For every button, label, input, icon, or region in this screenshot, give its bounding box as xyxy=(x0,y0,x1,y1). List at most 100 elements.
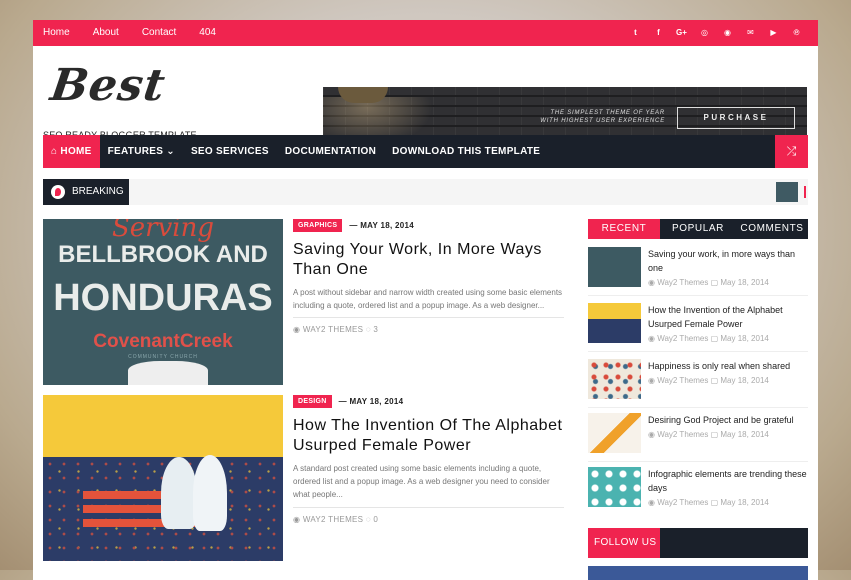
facebook-follow-box[interactable] xyxy=(588,566,808,580)
breaking-thumbnail[interactable] xyxy=(776,182,798,202)
thumb-script-text: Serving xyxy=(111,219,215,243)
user-icon: ◉ xyxy=(648,334,658,343)
banner-text: THE SIMPLEST THEME OF YEAR WITH HIGHEST … xyxy=(540,110,665,124)
list-divider xyxy=(588,461,808,462)
post-comment-count[interactable]: 3 xyxy=(373,325,378,334)
breaking-marker xyxy=(804,186,806,198)
sidebar-tabs-widget: RECENT POPULAR COMMENTS Saving your work… xyxy=(588,219,808,507)
breaking-news-bar: BREAKING xyxy=(43,179,808,205)
list-item-date: May 18, 2014 xyxy=(720,376,769,385)
list-item-author: Way2 Themes xyxy=(657,430,709,439)
user-icon: ◉ xyxy=(293,515,303,524)
list-item-author: Way2 Themes xyxy=(657,498,709,507)
shuffle-icon[interactable]: ⤮ xyxy=(775,135,808,168)
post-title[interactable]: Saving Your Work, In More Ways Than One xyxy=(293,240,563,280)
list-item-author: Way2 Themes xyxy=(657,334,709,343)
list-item-date: May 18, 2014 xyxy=(720,334,769,343)
top-link-home[interactable]: Home xyxy=(43,20,70,46)
post-byline: ◉ WAY2 THEMES ◌ 3 xyxy=(293,325,378,334)
follow-us-title: FOLLOW US xyxy=(588,528,660,558)
list-item: Desiring God Project and be grateful ◉ W… xyxy=(588,413,808,467)
site-logo[interactable]: Best xyxy=(47,60,168,111)
list-item: How the Invention of the Alphabet Usurpe… xyxy=(588,303,808,357)
nav-features[interactable]: FEATURES ⌄ xyxy=(100,135,183,168)
post-excerpt: A standard post created using some basic… xyxy=(293,464,550,499)
list-item-title[interactable]: Desiring God Project and be grateful xyxy=(648,413,808,427)
breaking-label-text: BREAKING xyxy=(72,186,124,197)
list-item: Saving your work, in more ways than one … xyxy=(588,247,808,301)
pinterest-icon[interactable]: ℗ xyxy=(785,20,808,46)
tab-recent[interactable]: RECENT xyxy=(588,219,660,239)
top-nav: Home About Contact 404 xyxy=(43,20,239,46)
list-item-thumbnail[interactable] xyxy=(588,413,641,453)
post-divider xyxy=(293,507,564,508)
list-item-thumbnail[interactable] xyxy=(588,467,641,507)
post-comment-count[interactable]: 0 xyxy=(373,515,378,524)
post-card: Serving BELLBROOK AND HONDURAS CovenantC… xyxy=(43,219,564,389)
list-divider xyxy=(588,295,808,296)
post-meta: DESIGN — MAY 18, 2014 xyxy=(293,395,403,408)
post-category-tag[interactable]: DESIGN xyxy=(293,395,332,408)
list-item-title[interactable]: Infographic elements are trending these … xyxy=(648,467,808,495)
calendar-icon: ▢ xyxy=(708,498,721,507)
user-icon: ◉ xyxy=(293,325,303,334)
post-title[interactable]: How The Invention Of The Alphabet Usurpe… xyxy=(293,416,563,456)
breaking-label: BREAKING xyxy=(43,179,129,205)
top-link-404[interactable]: 404 xyxy=(199,20,216,46)
list-item: Happiness is only real when shared ◉ Way… xyxy=(588,359,808,413)
thumb-line-2: HONDURAS xyxy=(53,277,273,319)
chevron-down-icon: ⌄ xyxy=(163,146,175,157)
list-item: Infographic elements are trending these … xyxy=(588,467,808,521)
nav-download[interactable]: DOWNLOAD THIS TEMPLATE xyxy=(384,135,548,168)
post-category-tag[interactable]: GRAPHICS xyxy=(293,219,343,232)
thumb-figure xyxy=(161,457,197,529)
user-icon: ◉ xyxy=(648,278,658,287)
email-icon[interactable]: ✉ xyxy=(739,20,762,46)
post-byline: ◉ WAY2 THEMES ◌ 0 xyxy=(293,515,378,524)
list-item-author: Way2 Themes xyxy=(657,278,709,287)
post-excerpt: A post without sidebar and narrow width … xyxy=(293,288,563,310)
tab-popular[interactable]: POPULAR xyxy=(660,219,736,239)
list-item-title[interactable]: Happiness is only real when shared xyxy=(648,359,808,373)
list-item-thumbnail[interactable] xyxy=(588,247,641,287)
list-item-thumbnail[interactable] xyxy=(588,359,641,399)
social-links: t f G+ ◎ ◉ ✉ ▶ ℗ xyxy=(624,20,808,46)
facebook-icon[interactable]: f xyxy=(647,20,670,46)
top-link-about[interactable]: About xyxy=(93,20,119,46)
calendar-icon: ▢ xyxy=(708,430,721,439)
list-item-author: Way2 Themes xyxy=(657,376,709,385)
nav-seo-services[interactable]: SEO SERVICES xyxy=(183,135,277,168)
top-bar: Home About Contact 404 t f G+ ◎ ◉ ✉ ▶ ℗ xyxy=(33,20,818,46)
list-item-meta: ◉ Way2 Themes ▢ May 18, 2014 xyxy=(648,430,769,439)
thumb-sky xyxy=(43,395,283,457)
thumb-figure xyxy=(193,455,227,531)
purchase-button[interactable]: PURCHASE xyxy=(677,107,795,129)
post-author[interactable]: WAY2 THEMES xyxy=(303,325,364,334)
instagram-icon[interactable]: ◎ xyxy=(693,20,716,46)
nav-home[interactable]: ⌂ HOME xyxy=(43,135,100,168)
follow-us-widget: FOLLOW US xyxy=(588,528,808,558)
post-thumbnail[interactable]: Serving BELLBROOK AND HONDURAS CovenantC… xyxy=(43,219,283,385)
list-divider xyxy=(588,407,808,408)
thumb-line-1: BELLBROOK AND xyxy=(58,241,268,268)
home-icon: ⌂ xyxy=(51,146,61,157)
post-date: — MAY 18, 2014 xyxy=(349,221,415,230)
list-item-date: May 18, 2014 xyxy=(720,498,769,507)
post-thumbnail[interactable] xyxy=(43,395,283,561)
rss-icon[interactable]: ◉ xyxy=(716,20,739,46)
main-nav: ⌂ HOME FEATURES ⌄ SEO SERVICES DOCUMENTA… xyxy=(43,135,808,168)
list-item-title[interactable]: How the Invention of the Alphabet Usurpe… xyxy=(648,303,808,331)
tab-comments[interactable]: COMMENTS xyxy=(736,219,808,239)
sidebar-tabs: RECENT POPULAR COMMENTS xyxy=(588,219,808,239)
list-item-thumbnail[interactable] xyxy=(588,303,641,343)
top-link-contact[interactable]: Contact xyxy=(142,20,176,46)
twitter-icon[interactable]: t xyxy=(624,20,647,46)
thumb-line-3: CovenantCreek xyxy=(93,331,233,352)
google-plus-icon[interactable]: G+ xyxy=(670,20,693,46)
user-icon: ◉ xyxy=(648,430,658,439)
list-item-title[interactable]: Saving your work, in more ways than one xyxy=(648,247,808,275)
post-author[interactable]: WAY2 THEMES xyxy=(303,515,364,524)
nav-features-label: FEATURES xyxy=(107,146,164,157)
youtube-icon[interactable]: ▶ xyxy=(762,20,785,46)
nav-documentation[interactable]: DOCUMENTATION xyxy=(277,135,384,168)
